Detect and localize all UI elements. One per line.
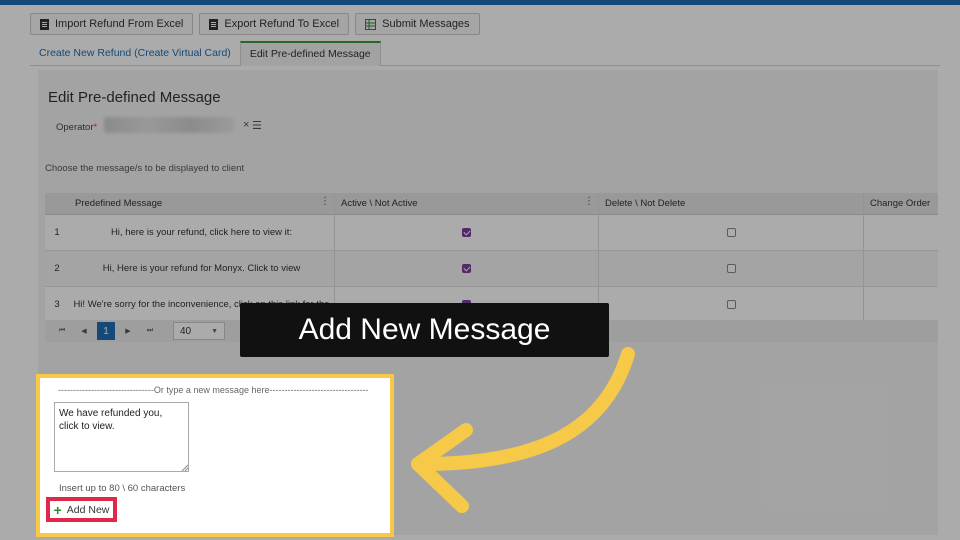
arrow-icon [411, 347, 635, 513]
arrow-shaft [425, 347, 635, 471]
